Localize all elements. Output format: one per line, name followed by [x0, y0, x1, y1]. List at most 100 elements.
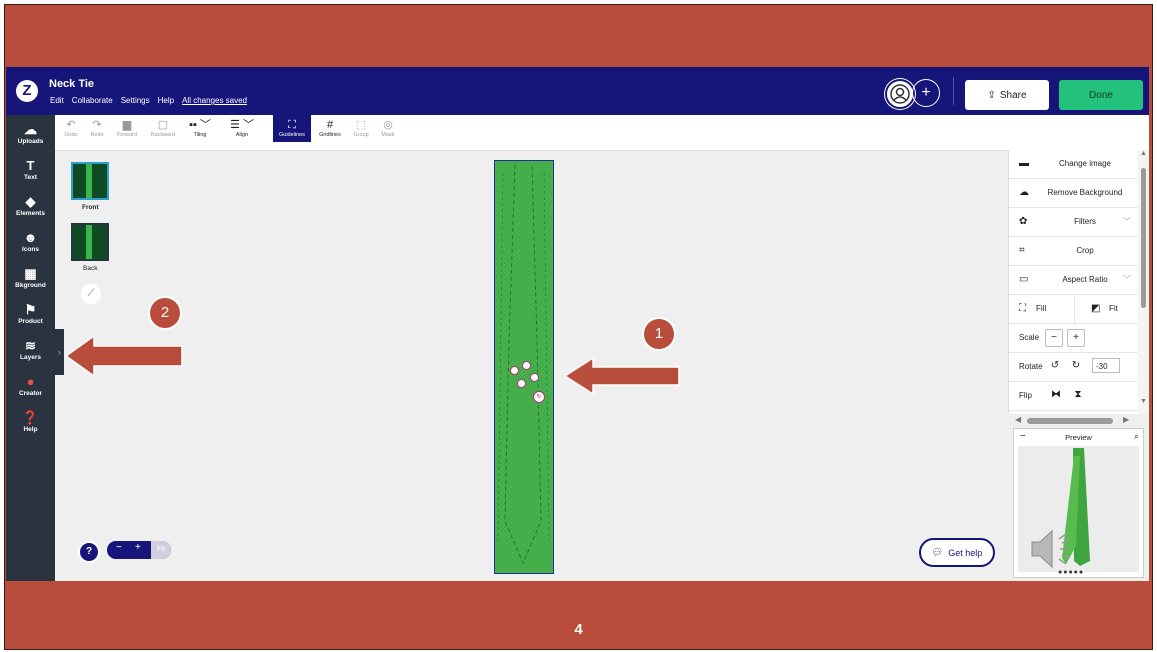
sidebar-item-label: Uploads [17, 138, 44, 145]
tiling-dropdown[interactable]: ▪▪ ﹀ Tiling [185, 119, 215, 138]
redo-icon: ↷ [92, 119, 102, 131]
sidebar-item-label: Text [24, 174, 37, 181]
scale-label: Scale [1019, 333, 1040, 342]
gridlines-toggle[interactable]: # Gridlines [314, 119, 346, 138]
backward-button[interactable]: ▢ Backward [145, 119, 181, 138]
guidelines-icon: ⛶ [288, 119, 296, 131]
selection-handle[interactable] [517, 379, 526, 388]
fill-label[interactable]: Fill [1036, 304, 1046, 313]
background-icon: ▦ [24, 266, 37, 281]
scale-down-button[interactable]: − [1045, 329, 1063, 347]
forward-button[interactable]: ▆ Forward [113, 119, 141, 138]
scrollbar-thumb[interactable] [1027, 418, 1113, 424]
sidebar-item-layers[interactable]: ≋ Layers [6, 339, 55, 362]
upload-cloud-icon: ☁ [24, 122, 37, 137]
slide-page-number: 4 [574, 621, 583, 638]
scrollbar-thumb[interactable] [1141, 168, 1146, 308]
sidebar-item-creator[interactable]: ● Creator [6, 374, 55, 398]
zoom-in-button[interactable]: + [135, 542, 141, 553]
fit-icon[interactable]: ◩ [1091, 303, 1100, 314]
image-icon: ▬ [1019, 158, 1029, 169]
flip-horizontal-icon[interactable]: ⧓ [1048, 387, 1064, 403]
help-fab-button[interactable]: ? [78, 541, 100, 563]
fill-icon[interactable]: ⛶ [1019, 303, 1026, 314]
header-divider [953, 77, 954, 105]
change-image-row[interactable]: ▬ Change image [1009, 150, 1139, 179]
undo-label: Undo [64, 132, 78, 138]
filters-row[interactable]: ✿ Filters ﹀ [1009, 208, 1139, 237]
sidebar-item-label: Product [18, 318, 43, 325]
fit-label[interactable]: Fit [1109, 304, 1118, 313]
selection-handle[interactable] [530, 373, 539, 382]
sidebar-item-elements[interactable]: ◆ Elements [6, 194, 55, 218]
sidebar-item-label: Layers [20, 354, 41, 361]
scroll-left-icon[interactable]: ◀ [1015, 415, 1021, 424]
help-icon: ❓ [22, 410, 39, 425]
sidebar-item-background[interactable]: ▦ Bkground [6, 266, 55, 290]
zoom-fit-button[interactable]: Fit [151, 541, 171, 559]
get-help-button[interactable]: 💬︎ Get help [919, 538, 995, 567]
redo-button[interactable]: ↷ Redo [86, 119, 108, 138]
scroll-down-icon[interactable]: ▼ [1140, 398, 1147, 405]
align-label: Align [235, 132, 249, 138]
annotation-arrow-1 [563, 356, 680, 396]
aspect-ratio-row[interactable]: ▭ Aspect Ratio ﹀ [1009, 266, 1139, 295]
sidebar-item-uploads[interactable]: ☁ Uploads [6, 122, 55, 146]
flip-vertical-icon[interactable]: ⧗ [1070, 387, 1086, 403]
add-collaborator-button[interactable]: + [912, 79, 940, 107]
magic-wand-icon[interactable]: ⟋ [81, 284, 101, 304]
speaker-icon[interactable] [1028, 525, 1078, 578]
panel-vertical-scrollbar[interactable]: ▲ ▼ [1138, 150, 1149, 414]
share-button[interactable]: ⇪ Share [965, 80, 1049, 110]
crop-row[interactable]: ⌗ Crop [1009, 237, 1139, 266]
selection-handle[interactable] [522, 361, 531, 370]
rotate-ccw-icon[interactable]: ↺ [1047, 358, 1063, 374]
preview-zoom-icon[interactable]: ⌕ [1134, 431, 1139, 442]
zazzle-logo-icon[interactable]: Z [16, 80, 38, 102]
text-icon: T [26, 158, 35, 173]
expand-panel-handle[interactable]: › [55, 329, 64, 375]
save-status-link[interactable]: All changes saved [182, 96, 247, 105]
mask-button[interactable]: ◎ Mask [376, 119, 400, 138]
scale-up-button[interactable]: + [1067, 329, 1085, 347]
sidebar-item-text[interactable]: T Text [6, 158, 55, 182]
done-button[interactable]: Done [1059, 80, 1143, 110]
undo-button[interactable]: ↶ Undo [60, 119, 82, 138]
scroll-up-icon[interactable]: ▲ [1140, 150, 1147, 157]
elements-icon: ◆ [25, 194, 36, 209]
bring-forward-icon: ▆ [122, 119, 132, 131]
menu-collaborate[interactable]: Collaborate [72, 96, 113, 105]
zoom-out-button[interactable]: − [116, 542, 122, 553]
crop-icon: ⌗ [1019, 245, 1025, 256]
page-thumbnail-front[interactable] [71, 162, 109, 200]
top-header: Z Neck Tie Edit Collaborate Settings Hel… [6, 67, 1149, 115]
rotate-handle-icon[interactable]: ↻ [533, 391, 545, 403]
selection-handle[interactable] [510, 366, 519, 375]
flip-label: Flip [1019, 391, 1032, 400]
rotate-input[interactable]: -30 [1092, 358, 1120, 373]
user-avatar-icon[interactable] [885, 79, 915, 109]
panel-horizontal-scrollbar[interactable]: ◀ ▶ [1015, 415, 1131, 425]
group-button[interactable]: ⬚ Group [348, 119, 374, 138]
menu-settings[interactable]: Settings [121, 96, 150, 105]
scroll-right-icon[interactable]: ▶ [1123, 415, 1129, 424]
preview-title: Preview [1065, 433, 1092, 442]
creator-avatar-icon: ● [26, 374, 35, 389]
page-thumbnail-back[interactable] [71, 223, 109, 261]
annotation-badge-1: 1 [642, 317, 676, 351]
fill-fit-row: ⛶ Fill ◩ Fit [1009, 295, 1139, 324]
sidebar-item-product[interactable]: ⚑ Product [6, 303, 55, 326]
remove-background-row[interactable]: ☁ Remove Background [1009, 179, 1139, 208]
rotate-row: Rotate ↺ ↻ -30 [1009, 353, 1139, 382]
guidelines-toggle[interactable]: ⛶ Guidelines [273, 115, 311, 142]
sidebar-item-label: Icons [22, 246, 39, 253]
share-label: Share [999, 89, 1027, 101]
rotate-cw-icon[interactable]: ↻ [1068, 358, 1084, 374]
align-dropdown[interactable]: ☰ ﹀ Align [227, 119, 257, 138]
sidebar-item-icons[interactable]: ☻ Icons [6, 231, 55, 254]
sidebar-item-help[interactable]: ❓ Help [6, 410, 55, 434]
menu-help[interactable]: Help [158, 96, 174, 105]
menu-edit[interactable]: Edit [50, 96, 64, 105]
rotate-label: Rotate [1019, 362, 1043, 371]
preview-header: − Preview ⌕ [1014, 429, 1143, 445]
